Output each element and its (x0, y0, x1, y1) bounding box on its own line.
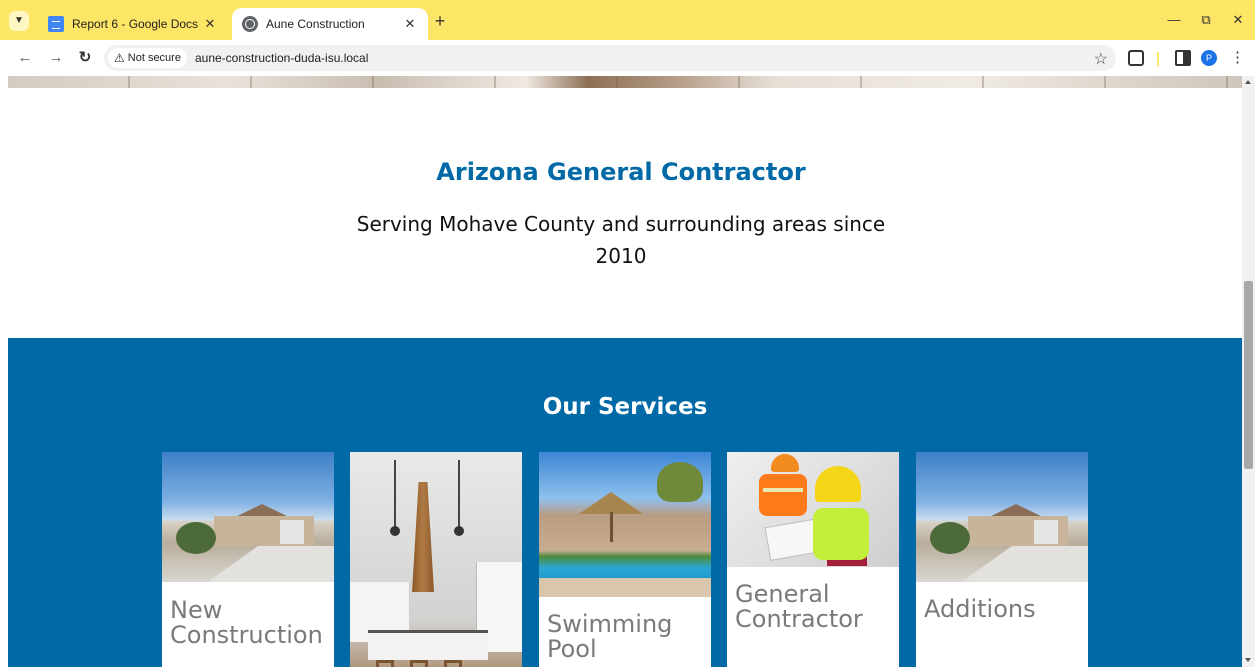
restore-icon[interactable]: ⧉ (1198, 12, 1214, 28)
extensions-puzzle-icon[interactable] (1128, 50, 1144, 66)
service-card-label: New Construction (170, 596, 323, 649)
google-docs-icon (48, 16, 64, 32)
browser-toolbar: ← → ↻ ⚠ Not secure aune-construction-dud… (0, 40, 1255, 76)
tab-google-docs[interactable]: Report 6 - Google Docs ✕ (38, 8, 228, 40)
pool-photo (539, 452, 711, 597)
close-icon[interactable]: ✕ (398, 16, 422, 32)
services-heading: Our Services (542, 394, 708, 420)
tab-search-icon[interactable]: ▼ (9, 11, 29, 31)
profile-avatar[interactable]: P (1201, 50, 1217, 66)
service-card-label: Swimming Pool (547, 610, 673, 663)
services-section: Our Services New Construction Swimming P… (8, 338, 1242, 667)
service-card-kitchen[interactable] (350, 452, 522, 667)
intro-subtitle: Serving Mohave County and surrounding ar… (356, 212, 886, 268)
service-card-swimming-pool[interactable]: Swimming Pool (539, 452, 711, 667)
workers-photo (727, 452, 899, 567)
intro-title: Arizona General Contractor (436, 158, 806, 186)
tab-title: Aune Construction (266, 17, 365, 31)
kitchen-photo (350, 452, 522, 667)
page-viewport[interactable]: Arizona General Contractor Serving Mohav… (0, 76, 1242, 667)
close-icon[interactable]: ✕ (198, 16, 222, 32)
warning-triangle-icon: ⚠ (114, 51, 125, 65)
service-card-label: General Contractor (735, 580, 863, 633)
service-card-additions[interactable]: Additions (916, 452, 1088, 667)
bookmark-star-icon[interactable]: ☆ (1094, 49, 1108, 69)
security-indicator[interactable]: ⚠ Not secure (108, 48, 187, 68)
kebab-menu-icon[interactable]: ⋮ (1230, 48, 1245, 66)
house-photo (916, 452, 1088, 582)
address-bar[interactable]: ⚠ Not secure aune-construction-duda-isu.… (104, 45, 1116, 71)
reload-icon[interactable]: ↻ (76, 49, 94, 67)
globe-icon (242, 16, 258, 32)
tab-aune-construction[interactable]: Aune Construction ✕ (232, 8, 428, 40)
scroll-down-arrow-icon[interactable] (1245, 658, 1251, 662)
url-text[interactable]: aune-construction-duda-isu.local (195, 51, 368, 65)
forward-arrow-icon[interactable]: → (47, 49, 65, 67)
scroll-up-arrow-icon[interactable] (1245, 80, 1251, 84)
back-arrow-icon[interactable]: ← (16, 49, 34, 67)
new-tab-button[interactable]: + (432, 12, 448, 30)
close-window-icon[interactable]: ✕ (1230, 12, 1246, 28)
service-card-general-contractor[interactable]: General Contractor (727, 452, 899, 667)
side-panel-icon[interactable] (1175, 50, 1191, 66)
scrollbar-thumb[interactable] (1244, 281, 1253, 469)
house-photo (162, 452, 334, 582)
service-card-label: Additions (924, 595, 1036, 623)
toolbar-divider (1157, 52, 1159, 66)
hero-image-strip (8, 76, 1242, 88)
browser-tab-strip: ▼ Report 6 - Google Docs ✕ Aune Construc… (0, 0, 1255, 40)
tab-title: Report 6 - Google Docs (72, 17, 198, 31)
page-scrollbar[interactable] (1242, 76, 1255, 667)
service-card-new-construction[interactable]: New Construction (162, 452, 334, 667)
security-label: Not secure (127, 52, 181, 64)
minimize-icon[interactable]: — (1166, 12, 1182, 27)
